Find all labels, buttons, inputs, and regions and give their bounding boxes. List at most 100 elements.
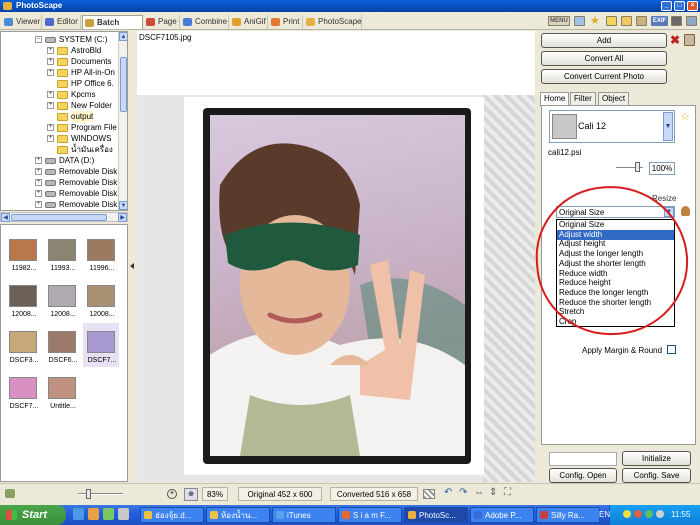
tray-app-icon[interactable]: [623, 510, 631, 518]
expand-icon[interactable]: +: [35, 179, 42, 186]
tab-photoscape[interactable]: PhotoScape: [304, 15, 362, 29]
taskbar-button[interactable]: Adobe P...: [470, 507, 534, 523]
star-icon[interactable]: ★: [590, 14, 600, 27]
tree-folder-item[interactable]: + Documents: [47, 56, 118, 67]
tree-drive-item[interactable]: + Removable Disk: [35, 177, 118, 188]
expand-icon[interactable]: +: [47, 58, 54, 65]
filmstrip-icon[interactable]: [671, 16, 682, 26]
close-button[interactable]: ×: [687, 1, 698, 11]
thumbnail-item[interactable]: 11982...: [5, 231, 41, 275]
expand-icon[interactable]: +: [47, 91, 54, 98]
convert-current-photo-button[interactable]: Convert Current Photo: [541, 69, 667, 84]
tab-editor[interactable]: Editor: [43, 15, 81, 29]
exif-button[interactable]: EXIF: [651, 16, 668, 26]
zoom-fit-icon[interactable]: ⊕: [184, 488, 198, 501]
resize-option-icon[interactable]: [681, 206, 690, 216]
rotate-right-icon[interactable]: ↷: [459, 487, 467, 498]
clear-list-icon[interactable]: [684, 34, 695, 46]
tree-drive-item[interactable]: − SYSTEM (C:): [35, 34, 118, 45]
thumbnail-item[interactable]: DSCF6...: [44, 323, 80, 367]
window-icon[interactable]: [574, 16, 585, 26]
folder-tree[interactable]: − SYSTEM (C:) + AstroBld + Documents + HP All-i…: [0, 31, 128, 211]
help-icon[interactable]: [686, 16, 697, 26]
scroll-down-arrow-icon[interactable]: ▼: [119, 201, 127, 210]
taskbar-button[interactable]: ห้องน้ำน...: [206, 507, 270, 523]
tab-anigif[interactable]: AniGif: [230, 15, 268, 29]
minimize-button[interactable]: _: [661, 1, 672, 11]
config-save-button[interactable]: Config. Save: [622, 468, 691, 483]
expand-icon[interactable]: +: [35, 157, 42, 164]
flip-vertical-icon[interactable]: ⇕: [489, 487, 497, 498]
tree-folder-item[interactable]: + HP All-in-On: [47, 67, 118, 78]
tab-filter[interactable]: Filter: [570, 92, 596, 105]
scroll-right-arrow-icon[interactable]: ▶: [118, 213, 127, 222]
ie-quicklaunch-icon[interactable]: [73, 508, 84, 520]
tab-page[interactable]: Page: [144, 15, 180, 29]
taskbar-button[interactable]: iTunes: [272, 507, 336, 523]
thumbnail-size-slider[interactable]: [78, 493, 123, 495]
preset-field[interactable]: [549, 452, 617, 466]
tab-object[interactable]: Object: [598, 92, 630, 105]
expand-icon[interactable]: +: [47, 47, 54, 54]
add-button[interactable]: Add: [541, 33, 667, 48]
tab-print[interactable]: Print: [269, 15, 303, 29]
thumbnail-item[interactable]: 11993...: [44, 231, 80, 275]
tree-folder-item[interactable]: + WINDOWS: [47, 133, 118, 144]
tree-scroll-thumb[interactable]: [120, 57, 127, 112]
tab-home[interactable]: Home: [540, 92, 570, 106]
taskbar-button[interactable]: PhotoSc...: [404, 507, 468, 523]
thumbnail-item[interactable]: 11996...: [83, 231, 119, 275]
messenger-quicklaunch-icon[interactable]: [103, 508, 114, 520]
thumbnail-item[interactable]: 12008...: [44, 277, 80, 321]
thumbnail-item[interactable]: DSCF3...: [5, 323, 41, 367]
thumbnail-item[interactable]: Untitle...: [44, 369, 80, 413]
remove-icon[interactable]: ✖: [670, 33, 680, 47]
tree-folder-item[interactable]: + Kpcms: [47, 89, 118, 100]
rotate-tool-icon[interactable]: [5, 489, 15, 498]
folder-icon[interactable]: [621, 16, 632, 26]
expand-icon[interactable]: +: [35, 190, 42, 197]
zoom-in-icon[interactable]: +: [167, 489, 177, 499]
thumbnail-item[interactable]: 12008...: [5, 277, 41, 321]
tree-folder-item[interactable]: น้ำมันเครื่อง: [47, 144, 118, 155]
maximize-button[interactable]: □: [674, 1, 685, 11]
tree-drive-item[interactable]: +CD-RW Drive (E: [35, 210, 118, 211]
scroll-up-arrow-icon[interactable]: ▲: [119, 32, 127, 41]
taskbar-button[interactable]: S i a m F...: [338, 507, 402, 523]
config-open-button[interactable]: Config. Open: [549, 468, 617, 483]
tree-drive-item[interactable]: + Removable Disk: [35, 166, 118, 177]
tab-batch-editor[interactable]: Batch Editor: [82, 15, 143, 41]
expand-icon[interactable]: +: [47, 124, 54, 131]
menu-button[interactable]: MENU: [548, 16, 570, 26]
collapse-arrow-icon[interactable]: [130, 263, 134, 269]
tree-horizontal-scrollbar[interactable]: ◀ ▶: [0, 212, 128, 222]
fullscreen-icon[interactable]: ⛶: [504, 487, 511, 498]
frame-opacity-slider-thumb[interactable]: [634, 162, 640, 172]
thumbnail-size-slider-thumb[interactable]: [86, 489, 91, 499]
thumbnail-item[interactable]: 12008...: [83, 277, 119, 321]
thumbnail-item[interactable]: DSCF7...: [83, 323, 119, 367]
panel-splitter[interactable]: [129, 31, 137, 483]
frame-select[interactable]: ▼: [549, 110, 675, 143]
tree-folder-item[interactable]: + Program File: [47, 122, 118, 133]
expand-icon[interactable]: +: [35, 168, 42, 175]
tray-antivirus-icon[interactable]: [634, 510, 642, 518]
expand-icon[interactable]: +: [47, 102, 54, 109]
chevron-down-icon[interactable]: ▼: [663, 112, 673, 141]
taskbar-button[interactable]: Silly Ra...: [536, 507, 600, 523]
start-button[interactable]: Start: [0, 505, 66, 525]
tree-folder-item[interactable]: HP Office 6.: [47, 78, 118, 89]
open-folder-icon[interactable]: [606, 16, 617, 26]
tree-vertical-scrollbar[interactable]: ▲ ▼: [118, 32, 127, 210]
tab-combine[interactable]: Combine: [181, 15, 229, 29]
tree-drive-item[interactable]: + DATA (D:): [35, 155, 118, 166]
tree-folder-item[interactable]: + AstroBld: [47, 45, 118, 56]
rotate-left-icon[interactable]: ↶: [444, 487, 452, 498]
tray-network-icon[interactable]: [645, 510, 653, 518]
thumbnail-item[interactable]: DSCF7...: [5, 369, 41, 413]
tray-volume-icon[interactable]: [656, 510, 664, 518]
favorite-star-icon[interactable]: ☆: [680, 110, 690, 123]
taskbar-button[interactable]: ฮ่องจุ้ย.d...: [140, 507, 204, 523]
tree-drive-item[interactable]: + Removable Disk: [35, 188, 118, 199]
expand-icon[interactable]: +: [35, 201, 42, 208]
